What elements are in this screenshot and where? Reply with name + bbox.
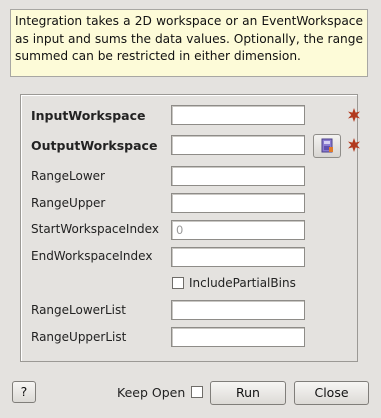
keep-open-label: Keep Open xyxy=(117,385,186,400)
help-button[interactable]: ? xyxy=(12,381,36,403)
range-lower-field[interactable] xyxy=(171,166,305,186)
output-workspace-label: OutputWorkspace xyxy=(31,138,158,153)
required-star-icon xyxy=(348,138,360,152)
include-partial-bins-checkbox[interactable] xyxy=(172,277,184,289)
range-lower-list-label: RangeLowerList xyxy=(31,303,126,317)
output-workspace-field[interactable] xyxy=(171,135,305,155)
end-workspace-index-label: EndWorkspaceIndex xyxy=(31,249,153,263)
input-workspace-label: InputWorkspace xyxy=(31,108,146,123)
include-partial-bins-label: IncludePartialBins xyxy=(189,276,296,290)
range-upper-label: RangeUpper xyxy=(31,196,106,210)
start-workspace-index-field[interactable]: 0 xyxy=(171,220,305,240)
run-button[interactable]: Run xyxy=(210,381,286,405)
algorithm-description: Integration takes a 2D workspace or an E… xyxy=(10,9,368,77)
input-workspace-field[interactable] xyxy=(171,105,305,125)
range-lower-label: RangeLower xyxy=(31,169,105,183)
start-workspace-index-label: StartWorkspaceIndex xyxy=(31,222,159,236)
close-button[interactable]: Close xyxy=(294,381,369,405)
required-star-icon xyxy=(348,108,360,122)
range-upper-list-label: RangeUpperList xyxy=(31,330,127,344)
keep-open-checkbox[interactable] xyxy=(191,386,203,398)
range-upper-field[interactable] xyxy=(171,193,305,213)
workspace-browse-button[interactable] xyxy=(313,134,341,158)
range-lower-list-field[interactable] xyxy=(171,300,305,320)
range-upper-list-field[interactable] xyxy=(171,327,305,347)
workspace-browse-icon xyxy=(321,138,333,153)
end-workspace-index-field[interactable] xyxy=(171,247,305,267)
